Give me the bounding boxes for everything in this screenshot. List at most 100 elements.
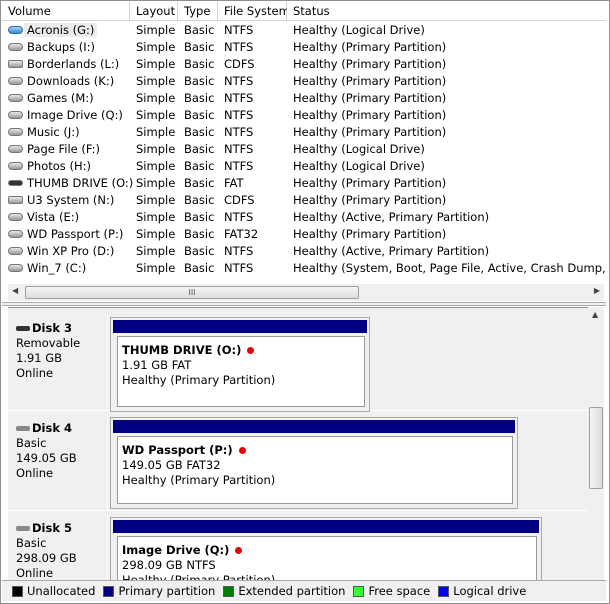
volume-row[interactable]: Image Drive (Q:) Simple Basic NTFS Healthy (… <box>2 107 606 124</box>
cell-status: Healthy (Logical Drive) <box>293 159 425 173</box>
partition[interactable]: Image Drive (Q:) 298.09 GB NTFS Healthy … <box>110 517 542 580</box>
column-header-type[interactable]: Type <box>178 1 218 21</box>
cell-layout: Simple <box>136 210 176 224</box>
cell-fs: NTFS <box>224 125 254 139</box>
volume-row[interactable]: U3 System (N:) Simple Basic CDFS Healthy (Pr… <box>2 192 606 209</box>
disk-label[interactable]: Disk 5 Basic 298.09 GB Online <box>8 513 108 580</box>
column-header-volume[interactable]: Volume <box>2 1 130 21</box>
scroll-up-arrow-icon[interactable]: ▲ <box>592 310 598 319</box>
column-header-status[interactable]: Status <box>287 1 606 21</box>
cell-status: Healthy (Logical Drive) <box>293 23 425 37</box>
cell-layout: Simple <box>136 227 176 241</box>
disk-row: Disk 5 Basic 298.09 GB Online Image Driv… <box>8 513 588 580</box>
disk-state: Online <box>16 366 54 380</box>
cell-status: Healthy (Primary Partition) <box>293 125 447 139</box>
scroll-left-arrow-icon[interactable]: ◀ <box>12 286 18 295</box>
cell-name: Page File (F:) <box>27 142 100 156</box>
cell-status: Healthy (Logical Drive) <box>293 142 425 156</box>
partition-status: Healthy (Primary Partition) <box>122 573 276 580</box>
volume-row[interactable]: Borderlands (L:) Simple Basic CDFS Healthy (… <box>2 56 606 73</box>
legend-label: Unallocated <box>27 584 96 598</box>
cd-drive-icon <box>8 60 23 68</box>
volume-row[interactable]: Games (M:) Simple Basic NTFS Healthy (Primar… <box>2 90 606 107</box>
disk-kind: Basic <box>16 436 47 450</box>
horizontal-scrollbar[interactable]: ◀ III ▶ <box>8 284 604 301</box>
volume-row[interactable]: Win_7 (C:) Simple Basic NTFS Healthy (System… <box>2 260 606 277</box>
partition[interactable]: WD Passport (P:) 149.05 GB FAT32 Healthy… <box>110 417 518 509</box>
cell-status: Healthy (Primary Partition) <box>293 193 447 207</box>
partition-details[interactable]: THUMB DRIVE (O:) 1.91 GB FAT Healthy (Pr… <box>117 336 365 407</box>
legend-item: Free space <box>353 584 430 598</box>
cell-name: Downloads (K:) <box>27 74 115 88</box>
cell-type: Basic <box>184 23 215 37</box>
legend: Unallocated Primary partition Extended par… <box>2 580 606 601</box>
scroll-right-arrow-icon[interactable]: ▶ <box>594 286 600 295</box>
partition-details[interactable]: Image Drive (Q:) 298.09 GB NTFS Healthy … <box>117 536 537 580</box>
partition[interactable]: THUMB DRIVE (O:) 1.91 GB FAT Healthy (Pr… <box>110 317 370 412</box>
cell-fs: NTFS <box>224 91 254 105</box>
horizontal-scroll-thumb[interactable]: III <box>25 286 359 299</box>
partition-label: Image Drive (Q:) <box>122 543 230 557</box>
volume-row[interactable]: Downloads (K:) Simple Basic NTFS Healthy (Pr… <box>2 73 606 90</box>
vertical-scroll-thumb[interactable] <box>589 407 603 489</box>
volume-row[interactable]: Music (J:) Simple Basic NTFS Healthy (Primar… <box>2 124 606 141</box>
volume-list: Volume Layout Type File System Status Acronis… <box>2 1 606 283</box>
vertical-scrollbar[interactable]: ▲ <box>588 307 604 580</box>
cell-status: Healthy (Active, Primary Partition) <box>293 244 490 258</box>
cell-name: Music (J:) <box>27 125 80 139</box>
volume-row[interactable]: Backups (I:) Simple Basic NTFS Healthy (Prim… <box>2 39 606 56</box>
red-dot-icon <box>235 547 243 554</box>
volume-row[interactable]: Photos (H:) Simple Basic NTFS Healthy (Logic… <box>2 158 606 175</box>
cell-layout: Simple <box>136 159 176 173</box>
disk-state: Online <box>16 566 54 580</box>
disk-state: Online <box>16 466 54 480</box>
cell-type: Basic <box>184 227 215 241</box>
cell-name: Backups (I:) <box>27 40 96 54</box>
cell-status: Healthy (Active, Primary Partition) <box>293 210 490 224</box>
volume-row[interactable]: Page File (F:) Simple Basic NTFS Healthy (Lo… <box>2 141 606 158</box>
cell-type: Basic <box>184 176 215 190</box>
legend-swatch <box>223 585 235 597</box>
disk-icon <box>8 247 23 255</box>
cell-fs: FAT <box>224 176 244 190</box>
volume-row[interactable]: THUMB DRIVE (O:) Simple Basic FAT Healthy (P… <box>2 175 606 192</box>
disk-icon <box>8 230 23 238</box>
volume-row[interactable]: WD Passport (P:) Simple Basic FAT32 Healthy … <box>2 226 606 243</box>
disk-icon <box>16 326 30 331</box>
disk-row: Disk 3 Removable 1.91 GB Online THUMB DR… <box>8 313 588 412</box>
disk-size: 1.91 GB <box>16 351 63 365</box>
cell-fs: NTFS <box>224 210 254 224</box>
column-header-file-system[interactable]: File System <box>218 1 290 21</box>
pane-splitter[interactable] <box>2 302 606 306</box>
disk-icon <box>8 77 23 85</box>
cell-status: Healthy (Primary Partition) <box>293 227 447 241</box>
cell-fs: NTFS <box>224 159 254 173</box>
volume-row[interactable]: Vista (E:) Simple Basic NTFS Healthy (Active… <box>2 209 606 226</box>
disk-name: Disk 5 <box>32 521 72 535</box>
disk-label[interactable]: Disk 4 Basic 149.05 GB Online <box>8 413 108 511</box>
cell-fs: CDFS <box>224 57 255 71</box>
disk-kind: Basic <box>16 536 47 550</box>
partition-size: 149.05 GB FAT32 <box>122 458 221 472</box>
column-header-layout[interactable]: Layout <box>130 1 178 21</box>
cell-type: Basic <box>184 142 215 156</box>
disk-icon <box>8 128 23 136</box>
cell-layout: Simple <box>136 108 176 122</box>
cell-layout: Simple <box>136 193 176 207</box>
legend-item: Primary partition <box>103 584 215 598</box>
cell-status: Healthy (Primary Partition) <box>293 176 447 190</box>
disk-size: 298.09 GB <box>16 551 77 565</box>
partition-details[interactable]: WD Passport (P:) 149.05 GB FAT32 Healthy… <box>117 436 513 504</box>
disk-label[interactable]: Disk 3 Removable 1.91 GB Online <box>8 313 108 411</box>
cell-layout: Simple <box>136 23 176 37</box>
disk-graphical-view: Disk 3 Removable 1.91 GB Online THUMB DR… <box>8 307 588 580</box>
cell-type: Basic <box>184 210 215 224</box>
partition-size: 1.91 GB FAT <box>122 358 192 372</box>
legend-item: Extended partition <box>223 584 345 598</box>
volume-row[interactable]: Acronis (G:) Simple Basic NTFS Healthy (Logi… <box>2 22 606 39</box>
cell-name: Photos (H:) <box>27 159 91 173</box>
cell-fs: NTFS <box>224 74 254 88</box>
disk-icon <box>8 43 23 51</box>
red-dot-icon <box>238 447 246 454</box>
volume-row[interactable]: Win XP Pro (D:) Simple Basic NTFS Healthy (A… <box>2 243 606 260</box>
